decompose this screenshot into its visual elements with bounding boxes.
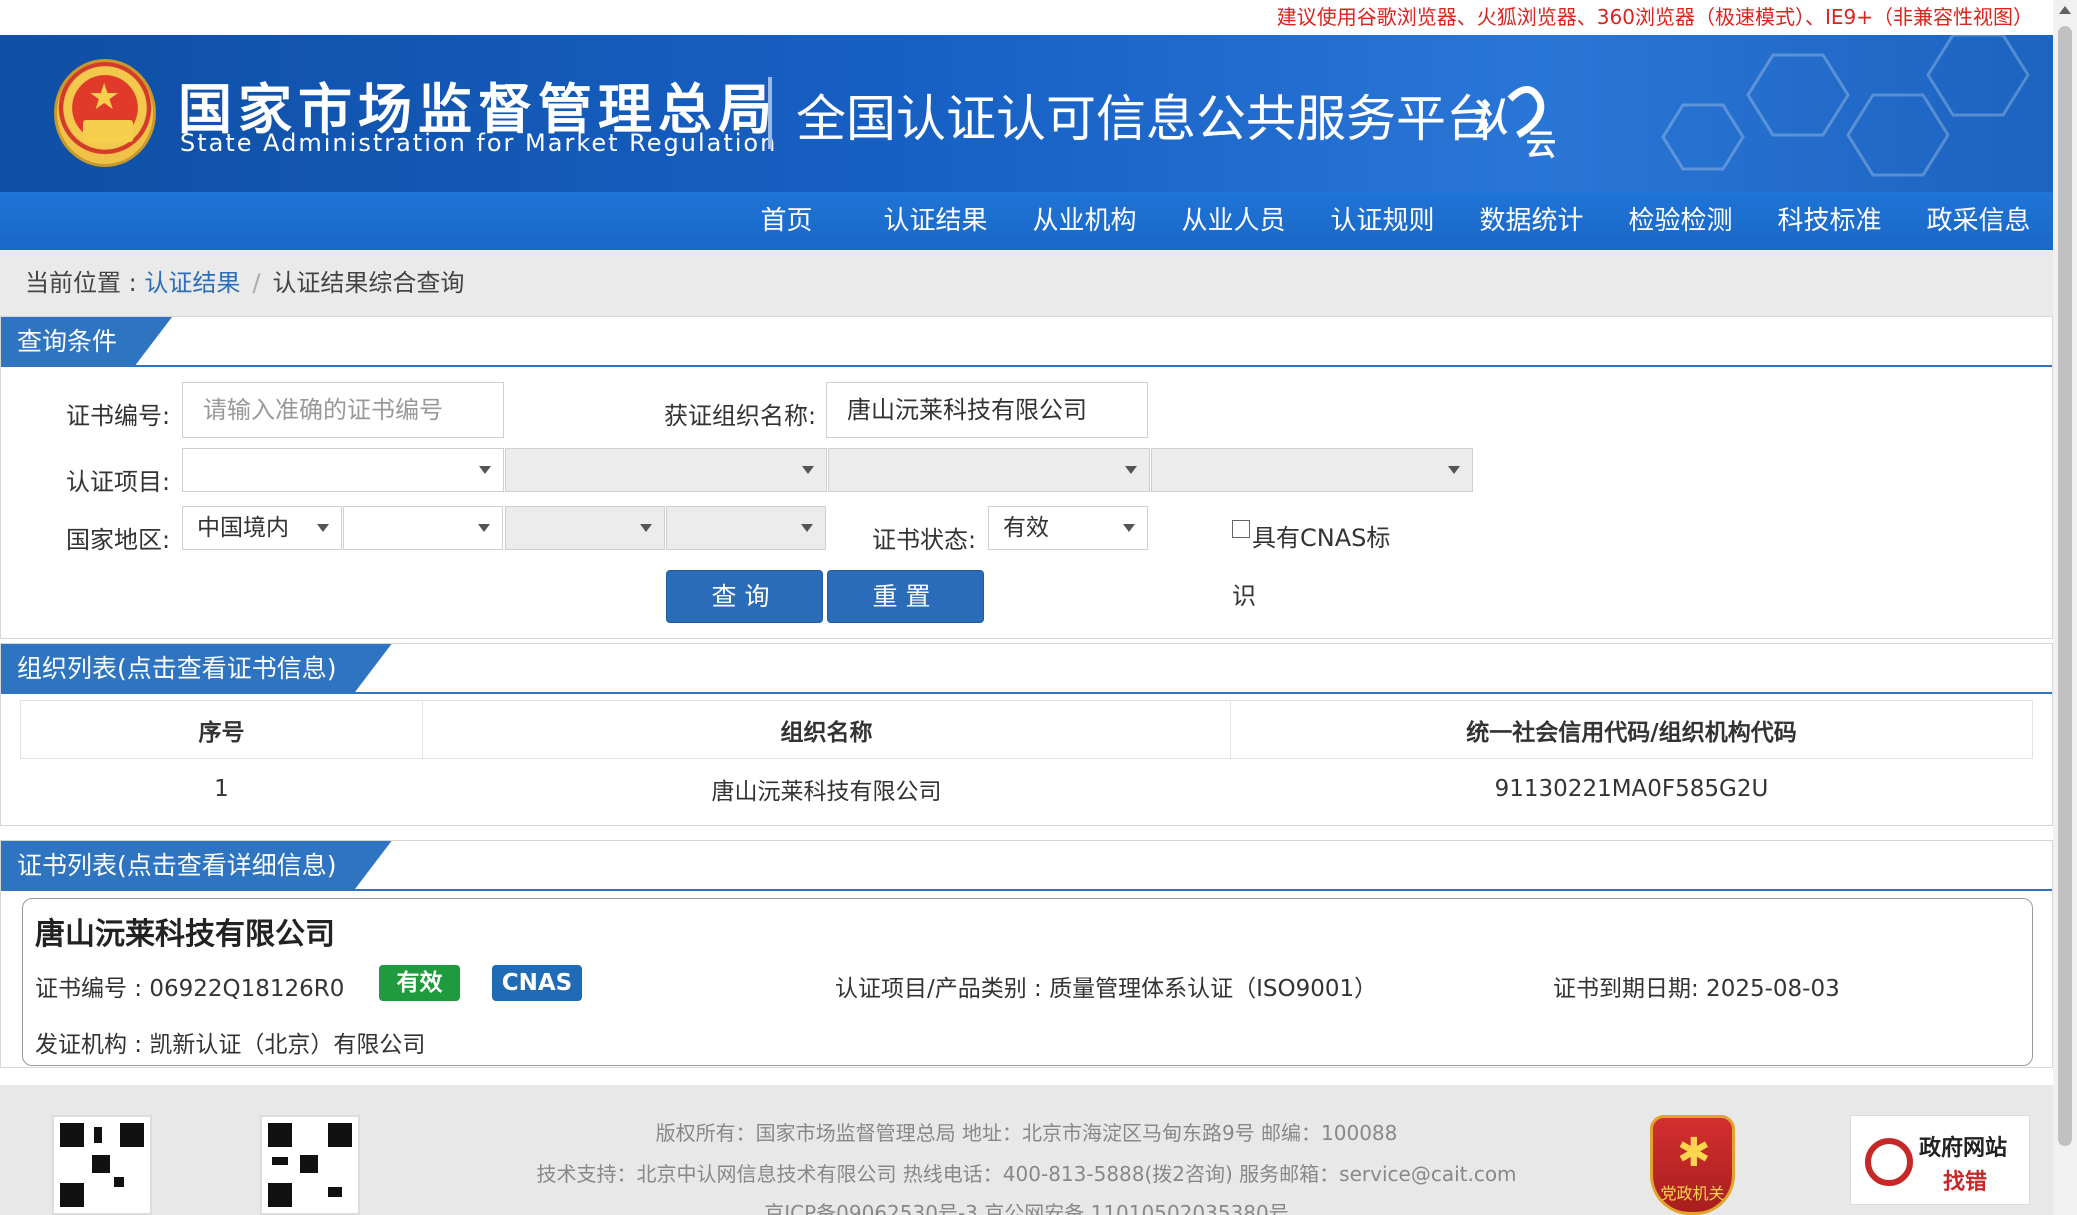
cert-no-input[interactable]: 请输入准确的证书编号 bbox=[182, 382, 504, 438]
region-select-country[interactable]: 中国境内 bbox=[182, 506, 342, 550]
nav-statistics[interactable]: 数据统计 bbox=[1457, 192, 1606, 250]
find-error-title: 政府网站 bbox=[1919, 1136, 2008, 1161]
nav-personnel[interactable]: 从业人员 bbox=[1159, 192, 1308, 250]
cert-company: 唐山沅莱科技有限公司 bbox=[35, 917, 335, 952]
org-name-input[interactable]: 唐山沅莱科技有限公司 bbox=[826, 382, 1148, 438]
cnas-checkbox[interactable] bbox=[1232, 520, 1250, 538]
project-select-3[interactable] bbox=[828, 448, 1150, 492]
project-select-2[interactable] bbox=[505, 448, 827, 492]
header-divider bbox=[768, 77, 772, 149]
region-select-district[interactable] bbox=[666, 506, 826, 550]
cnas-badge: CNAS bbox=[492, 965, 582, 1001]
status-badge: 有效 bbox=[379, 965, 460, 1001]
footer-support: 技术支持：北京中认网信息技术有限公司 热线电话：400-813-5888(拨2咨… bbox=[536, 1162, 1517, 1186]
status-select[interactable]: 有效 bbox=[988, 506, 1148, 550]
org-list-title: 组织列表(点击查看证书信息) bbox=[1, 644, 392, 694]
header-banner: ★ 国家市场监督管理总局 State Administration for Ma… bbox=[0, 35, 2053, 192]
magnifier-icon bbox=[1865, 1138, 1913, 1186]
nav-institutions[interactable]: 从业机构 bbox=[1010, 192, 1159, 250]
nav-home[interactable]: 首页 bbox=[712, 192, 861, 250]
col-org-name: 组织名称 bbox=[422, 700, 1231, 759]
gov-badge-label: 党政机关 bbox=[1660, 1184, 1725, 1203]
breadcrumb: 当前位置 : 认证结果 / 认证结果综合查询 bbox=[0, 250, 2053, 316]
cert-expiry: 证书到期日期: 2025-08-03 bbox=[1553, 976, 1840, 1002]
cert-number: 证书编号 : 06922Q18126R0 bbox=[35, 976, 345, 1002]
find-error-sub: 找错 bbox=[1943, 1170, 1988, 1195]
cert-project: 认证项目/产品类别 : 质量管理体系认证（ISO9001） bbox=[835, 976, 1378, 1002]
breadcrumb-current: 认证结果综合查询 bbox=[272, 269, 465, 297]
nav-standards[interactable]: 科技标准 bbox=[1755, 192, 1904, 250]
col-index: 序号 bbox=[20, 700, 423, 759]
row-index: 1 bbox=[214, 775, 229, 802]
org-name-label: 获证组织名称: bbox=[664, 402, 817, 430]
region-select-city[interactable] bbox=[505, 506, 665, 550]
platform-title: 全国认证认可信息公共服务平台 bbox=[796, 90, 1496, 148]
nav-inspection[interactable]: 检验检测 bbox=[1606, 192, 1755, 250]
region-select-province[interactable] bbox=[343, 506, 503, 550]
main-nav: 首页 认证结果 从业机构 从业人员 认证规则 数据统计 检验检测 科技标准 政采… bbox=[0, 192, 2053, 250]
gov-party-badge-icon[interactable]: ✱ 党政机关 bbox=[1650, 1115, 1735, 1215]
browser-notice: 建议使用谷歌浏览器、火狐浏览器、360浏览器（极速模式）、IE9+（非兼容性视图… bbox=[0, 0, 2053, 35]
region-select-value: 中国境内 bbox=[197, 515, 289, 541]
find-error-button[interactable]: 政府网站 找错 bbox=[1850, 1115, 2030, 1205]
page-scrollbar[interactable] bbox=[2053, 0, 2077, 1215]
query-panel-title: 查询条件 bbox=[1, 317, 172, 367]
reset-button[interactable]: 重置 bbox=[827, 570, 984, 623]
svg-text:云: 云 bbox=[1526, 128, 1556, 159]
svg-text:认: 认 bbox=[1470, 96, 1508, 140]
scroll-thumb[interactable] bbox=[2058, 26, 2072, 1146]
nav-cert-rules[interactable]: 认证规则 bbox=[1308, 192, 1457, 250]
cloud-logo-icon: 认 云 bbox=[1470, 86, 1556, 159]
org-table: 序号 组织名称 统一社会信用代码/组织机构代码 1 唐山沅莱科技有限公司 911… bbox=[20, 700, 2033, 819]
search-button[interactable]: 查询 bbox=[666, 570, 823, 623]
cert-card[interactable]: 唐山沅莱科技有限公司 证书编号 : 06922Q18126R0 有效 CNAS … bbox=[22, 898, 2033, 1066]
nav-cert-results[interactable]: 认证结果 bbox=[861, 192, 1010, 250]
footer-copyright: 版权所有：国家市场监督管理总局 地址：北京市海淀区马甸东路9号 邮编：10008… bbox=[655, 1121, 1398, 1145]
cnas-label-wrap: 识 bbox=[1232, 582, 1256, 610]
footer-icp: 京ICP备09062530号-3 京公网安备 11010502035380号 bbox=[764, 1201, 1289, 1215]
cert-list-title: 证书列表(点击查看详细信息) bbox=[1, 841, 392, 891]
breadcrumb-separator: / bbox=[252, 269, 261, 297]
project-label: 认证项目: bbox=[66, 468, 171, 496]
cert-no-label: 证书编号: bbox=[66, 402, 171, 430]
row-credit-code: 91130221MA0F585G2U bbox=[1494, 775, 1769, 802]
status-select-value: 有效 bbox=[1003, 515, 1049, 541]
org-name-en: State Administration for Market Regulati… bbox=[180, 129, 778, 157]
table-row[interactable]: 1 唐山沅莱科技有限公司 91130221MA0F585G2U bbox=[21, 759, 2033, 819]
status-label: 证书状态: bbox=[872, 526, 977, 554]
region-label: 国家地区: bbox=[66, 526, 171, 554]
row-org-name[interactable]: 唐山沅莱科技有限公司 bbox=[423, 759, 1231, 819]
col-credit-code: 统一社会信用代码/组织机构代码 bbox=[1230, 700, 2033, 759]
project-select-4[interactable] bbox=[1151, 448, 1473, 492]
cert-issuer: 发证机构 : 凯新认证（北京）有限公司 bbox=[35, 1032, 426, 1058]
breadcrumb-link[interactable]: 认证结果 bbox=[144, 269, 240, 297]
nav-procurement[interactable]: 政采信息 bbox=[1904, 192, 2053, 250]
scroll-up-icon[interactable] bbox=[2059, 6, 2071, 14]
national-emblem-icon: ★ bbox=[54, 59, 156, 167]
project-select-1[interactable] bbox=[182, 448, 504, 492]
cnas-label: 具有CNAS标 bbox=[1252, 524, 1391, 552]
footer: 版权所有：国家市场监督管理总局 地址：北京市海淀区马甸东路9号 邮编：10008… bbox=[0, 1085, 2053, 1215]
breadcrumb-prefix: 当前位置 : bbox=[25, 269, 145, 297]
